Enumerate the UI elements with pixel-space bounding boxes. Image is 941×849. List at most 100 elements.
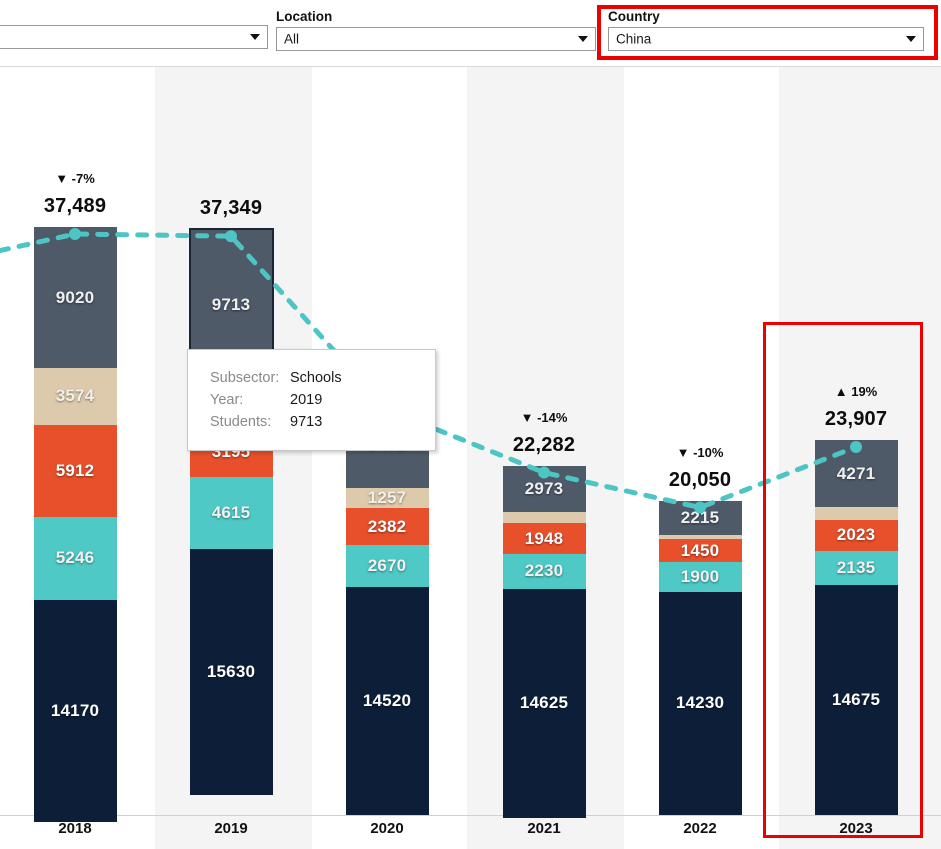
location-dropdown[interactable]: All — [276, 27, 596, 51]
country-dropdown[interactable]: China — [608, 27, 924, 51]
tooltip: Subsector: Schools Year: 2019 Students: 9713 — [187, 349, 436, 451]
bar-column-2022[interactable]: 2215 1450 1900 14230 — [658, 500, 742, 815]
segment-value-label: 2670 — [367, 556, 407, 576]
x-axis-label-2018: 2018 — [58, 820, 92, 837]
bar-segment-teal[interactable]: 2135 — [814, 551, 898, 585]
chevron-down-icon — [250, 34, 260, 40]
tooltip-value: 2019 — [290, 392, 323, 408]
segment-value-label: 14675 — [831, 689, 881, 709]
bar-segment-teal[interactable]: 2230 — [502, 553, 586, 589]
segment-value-label: 4615 — [211, 503, 251, 523]
triangle-up-icon: ▲ — [834, 384, 848, 400]
bar-total-label: 37,349 — [199, 197, 263, 220]
dashboard: Location All Country China 9020 3574 5912 5… — [0, 0, 941, 849]
bar-segment-teal[interactable]: 2670 — [345, 545, 429, 588]
bar-segment-navy[interactable]: 14230 — [658, 591, 742, 815]
bar-total-label: 20,050 — [668, 468, 732, 491]
bar-segment-tan[interactable] — [814, 507, 898, 520]
triangle-down-icon: ▼ — [55, 171, 69, 186]
country-dropdown-value: China — [616, 31, 652, 47]
bar-segment-orange[interactable]: 1450 — [658, 539, 742, 562]
bar-segment-orange[interactable]: 2382 — [345, 508, 429, 546]
tooltip-value: Schools — [290, 370, 342, 386]
chevron-down-icon — [906, 36, 916, 42]
filter-sector — [0, 25, 268, 49]
segment-value-label: 1450 — [680, 540, 720, 560]
bar-segment-navy[interactable]: 14625 — [502, 588, 586, 819]
bar-delta-label: ▼ -7% — [5, 171, 145, 186]
segment-value-label: 1948 — [524, 528, 564, 548]
tooltip-key: Subsector: — [210, 370, 280, 386]
x-axis-label-2023: 2023 — [839, 820, 873, 837]
bar-delta-label: ▼ -14% — [474, 410, 614, 425]
bar-segment-schools[interactable]: 2215 — [658, 500, 742, 536]
bar-segment-orange[interactable]: 5912 — [33, 424, 117, 518]
segment-value-label: 14520 — [362, 691, 412, 711]
chevron-down-icon — [578, 36, 588, 42]
delta-value: -14% — [533, 409, 568, 425]
bar-segment-navy[interactable]: 14520 — [345, 587, 429, 815]
bar-column-2021[interactable]: 2973 1948 2230 14625 — [502, 465, 586, 819]
tooltip-row: Year: 2019 — [210, 389, 435, 411]
triangle-down-icon: ▼ — [520, 409, 534, 425]
segment-value-label: 2973 — [524, 478, 564, 498]
bar-column-2019[interactable]: 9713 3195 4615 15630 — [188, 228, 274, 815]
bar-segment-schools[interactable]: 2973 — [502, 465, 586, 513]
bar-total-label: 23,907 — [824, 408, 888, 431]
tooltip-row: Subsector: Schools — [210, 367, 435, 389]
x-axis-label-2019: 2019 — [214, 820, 248, 837]
location-dropdown-value: All — [284, 31, 300, 47]
bar-column-2020[interactable]: 547212572382267014520 — [345, 402, 429, 815]
tooltip-key: Students: — [210, 414, 272, 430]
segment-value-label: 2023 — [836, 525, 876, 545]
bar-column-2018[interactable]: 9020 3574 5912 5246 14170 — [33, 227, 117, 822]
triangle-down-icon: ▼ — [676, 444, 690, 460]
bar-segment-orange[interactable]: 2023 — [814, 519, 898, 552]
segment-value-label: 1257 — [367, 488, 407, 508]
segment-value-label: 14170 — [50, 700, 100, 720]
sector-dropdown[interactable] — [0, 25, 268, 49]
segment-value-label: 14625 — [519, 693, 569, 713]
bar-segment-navy[interactable]: 14675 — [814, 584, 898, 815]
bar-column-2023[interactable]: 4271 2023 2135 14675 — [814, 440, 898, 815]
delta-value: -10% — [689, 444, 724, 460]
segment-value-label: 5912 — [55, 460, 95, 480]
stacked-bar-chart: 9020357459125246141709713319546151563054… — [0, 66, 941, 849]
segment-value-label: 3574 — [55, 386, 95, 406]
bar-segment-tan[interactable]: 1257 — [345, 488, 429, 508]
bar-segment-teal[interactable]: 4615 — [189, 477, 273, 550]
delta-value: 19% — [847, 384, 878, 400]
bar-segment-teal[interactable]: 5246 — [33, 517, 117, 600]
filter-country: Country China — [608, 9, 924, 51]
filter-bar: Location All Country China — [0, 0, 941, 66]
filter-country-label: Country — [608, 9, 660, 24]
bar-delta-label: ▼ -10% — [630, 445, 770, 460]
bar-segment-tan[interactable] — [502, 512, 586, 524]
segment-value-label: 9713 — [211, 295, 251, 315]
bar-segment-orange[interactable]: 1948 — [502, 523, 586, 554]
x-axis-label-2020: 2020 — [370, 820, 404, 837]
bar-total-label: 37,489 — [43, 195, 107, 217]
bar-segment-schools[interactable]: 4271 — [814, 440, 898, 508]
segment-value-label: 2215 — [680, 507, 720, 527]
tooltip-key: Year: — [210, 392, 244, 408]
tooltip-rows: Subsector: Schools Year: 2019 Students: 9713 — [188, 350, 435, 433]
bar-segment-schools[interactable]: 9020 — [33, 227, 117, 369]
filter-location-label: Location — [276, 9, 333, 24]
x-axis-label-2021: 2021 — [527, 820, 561, 837]
filter-location: Location All — [276, 9, 596, 51]
bar-segment-navy[interactable]: 14170 — [33, 599, 117, 822]
segment-value-label: 2382 — [367, 516, 407, 536]
segment-value-label: 4271 — [836, 463, 876, 483]
segment-value-label: 5246 — [55, 548, 95, 568]
tooltip-value: 9713 — [290, 414, 323, 430]
bar-segment-teal[interactable]: 1900 — [658, 562, 742, 592]
tooltip-row: Students: 9713 — [210, 411, 435, 433]
segment-value-label: 15630 — [206, 662, 256, 682]
segment-value-label: 2230 — [524, 561, 564, 581]
bar-segment-navy[interactable]: 15630 — [189, 549, 273, 795]
x-axis-label-2022: 2022 — [683, 820, 717, 837]
bar-delta-label: ▲ 19% — [786, 384, 926, 399]
bar-total-label: 22,282 — [512, 433, 576, 456]
bar-segment-tan[interactable]: 3574 — [33, 368, 117, 425]
